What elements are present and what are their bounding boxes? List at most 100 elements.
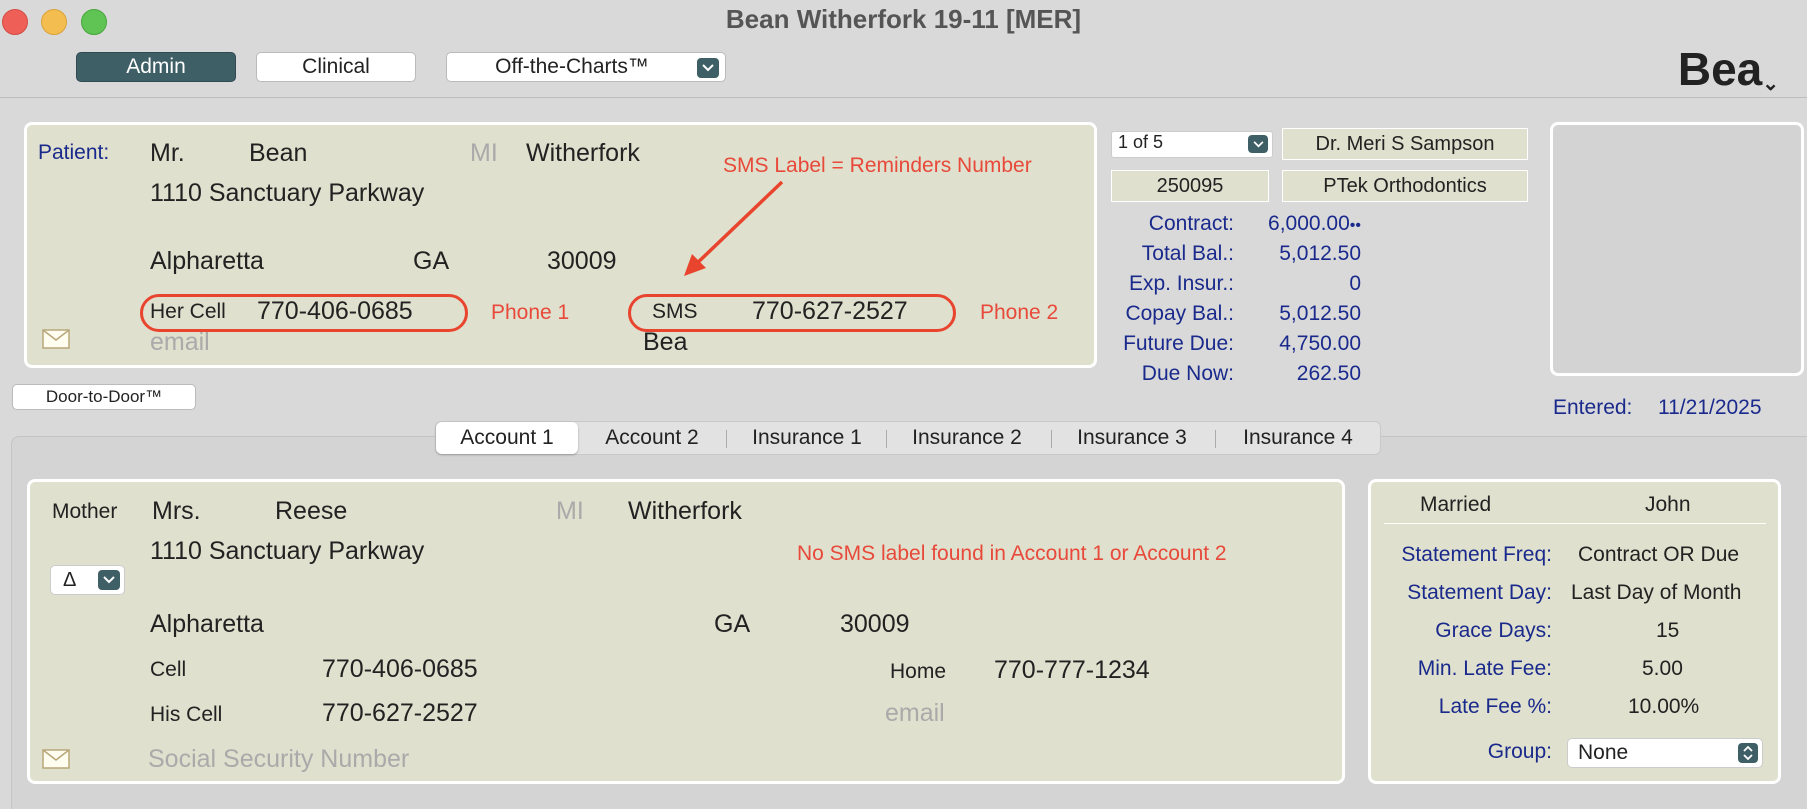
guarantor-state[interactable]: GA (714, 610, 750, 639)
balance-value: 0 (1349, 272, 1361, 295)
min-late-fee-value[interactable]: 5.00 (1642, 657, 1683, 681)
spouse-name[interactable]: John (1645, 493, 1691, 517)
contract-amount: 6,000.00 (1268, 212, 1350, 235)
phone2-highlight-oval (628, 294, 956, 332)
guarantor-mi-field[interactable]: MI (556, 497, 584, 526)
patient-mi-field[interactable]: MI (470, 139, 498, 168)
record-nav-select[interactable]: 1 of 5 (1111, 131, 1273, 158)
guarantor-phone2[interactable]: 770-777-1234 (994, 656, 1150, 685)
statement-freq-label: Statement Freq: (1401, 543, 1552, 566)
user-menu[interactable]: Bea⌄ (1678, 42, 1779, 96)
doctor-field[interactable]: Dr. Meri S Sampson (1282, 128, 1528, 160)
entered-date: 11/21/2025 (1658, 396, 1762, 419)
balance-label: Exp. Insur.: (1128, 272, 1234, 295)
chevron-down-icon (1248, 135, 1268, 153)
patient-section-label: Patient: (38, 141, 110, 164)
guarantor-last-name[interactable]: Witherfork (628, 497, 742, 526)
relation-select[interactable]: Δ (50, 565, 125, 595)
tab-insurance-2[interactable]: Insurance 2 (896, 422, 1038, 454)
late-fee-pct-label: Late Fee %: (1438, 695, 1552, 718)
clinical-button[interactable]: Clinical (256, 52, 416, 82)
tab-insurance-1[interactable]: Insurance 1 (736, 422, 878, 454)
patient-photo[interactable] (1550, 122, 1804, 376)
ssn-field[interactable]: Social Security Number (148, 745, 409, 774)
patient-last-name[interactable]: Witherfork (526, 139, 640, 168)
toolbar-divider (0, 97, 1807, 98)
guarantor-phone3-label: His Cell (150, 703, 223, 726)
off-the-charts-select[interactable]: Off-the-Charts™ (446, 52, 726, 82)
relation-select-value: Δ (63, 568, 77, 591)
record-nav-value: 1 of 5 (1118, 132, 1164, 152)
guarantor-address[interactable]: 1110 Sanctuary Parkway (150, 537, 424, 566)
grace-days-value[interactable]: 15 (1656, 619, 1679, 643)
patient-prefix[interactable]: Mr. (150, 139, 185, 168)
guarantor-first-name[interactable]: Reese (275, 497, 347, 526)
guarantor-zip[interactable]: 30009 (840, 610, 910, 639)
off-the-charts-label: Off-the-Charts™ (495, 55, 649, 78)
balance-label: Due Now: (1141, 362, 1234, 385)
patient-first-name[interactable]: Bean (249, 139, 307, 168)
user-name: Bea (1677, 43, 1763, 95)
guarantor-email-field[interactable]: email (885, 699, 945, 728)
guarantor-city[interactable]: Alpharetta (150, 610, 264, 639)
envelope-icon[interactable] (42, 329, 70, 349)
tab-account-1[interactable]: Account 1 (436, 422, 578, 454)
balance-label: Total Bal.: (1141, 242, 1234, 265)
chevron-down-icon: ⌄ (1762, 73, 1779, 95)
envelope-icon[interactable] (42, 749, 70, 769)
balance-value: 5,012.50 (1279, 302, 1361, 325)
balance-label: Copay Bal.: (1125, 302, 1234, 325)
marital-status[interactable]: Married (1420, 493, 1491, 517)
guarantor-phone3[interactable]: 770-627-2527 (322, 699, 478, 728)
phone1-annotation: Phone 1 (491, 301, 570, 324)
account-annotation: No SMS label found in Account 1 or Accou… (797, 542, 1227, 565)
tab-separator (886, 430, 887, 448)
patient-zip[interactable]: 30009 (547, 247, 617, 276)
patient-address[interactable]: 1110 Sanctuary Parkway (150, 179, 424, 208)
chevron-down-icon (98, 570, 120, 590)
tab-insurance-3[interactable]: Insurance 3 (1061, 422, 1203, 454)
balance-label: Future Due: (1123, 332, 1234, 355)
group-select-value: None (1578, 741, 1629, 764)
guarantor-relation: Mother (52, 500, 118, 523)
balance-label: Contract: (1148, 212, 1234, 235)
group-select[interactable]: None (1567, 738, 1763, 768)
contract-indicator: •• (1349, 217, 1361, 234)
phone1-highlight-oval (140, 294, 468, 332)
tab-separator (1215, 430, 1216, 448)
annotation-arrow-icon (684, 180, 784, 276)
statement-day-value[interactable]: Last Day of Month (1571, 581, 1741, 605)
guarantor-phone2-label: Home (890, 660, 947, 683)
balance-value[interactable]: 6,000.00•• (1268, 212, 1361, 236)
entered-label: Entered: (1553, 396, 1633, 419)
balance-value: 262.50 (1296, 362, 1361, 385)
balance-value: 5,012.50 (1279, 242, 1361, 265)
sms-annotation: SMS Label = Reminders Number (723, 154, 1032, 177)
patient-state[interactable]: GA (413, 247, 449, 276)
phone2-annotation: Phone 2 (980, 301, 1059, 324)
balance-value: 4,750.00 (1279, 332, 1361, 355)
admin-button[interactable]: Admin (76, 52, 236, 82)
guarantor-phone1-label: Cell (150, 658, 187, 681)
patient-nickname[interactable]: Bea (643, 328, 687, 357)
patient-email-field[interactable]: email (150, 328, 210, 357)
door-to-door-button[interactable]: Door-to-Door™ (12, 384, 196, 410)
tab-separator (1051, 430, 1052, 448)
statement-freq-value[interactable]: Contract OR Due (1578, 543, 1739, 567)
practice-field[interactable]: PTek Orthodontics (1282, 170, 1528, 202)
tab-insurance-4[interactable]: Insurance 4 (1225, 422, 1371, 454)
window-title: Bean Witherfork 19-11 [MER] (725, 4, 1082, 34)
up-down-chevron-icon (1738, 743, 1758, 763)
tab-account-2[interactable]: Account 2 (588, 422, 716, 454)
guarantor-phone1[interactable]: 770-406-0685 (322, 655, 478, 684)
min-late-fee-label: Min. Late Fee: (1417, 657, 1552, 680)
group-label: Group: (1487, 740, 1552, 763)
guarantor-prefix[interactable]: Mrs. (152, 497, 201, 526)
late-fee-pct-value[interactable]: 10.00% (1628, 695, 1699, 719)
account-id-field[interactable]: 250095 (1111, 170, 1269, 202)
chevron-down-icon (697, 58, 719, 78)
tab-separator (726, 430, 727, 448)
billing-divider (1384, 523, 1766, 524)
patient-city[interactable]: Alpharetta (150, 247, 264, 276)
grace-days-label: Grace Days: (1435, 619, 1552, 642)
